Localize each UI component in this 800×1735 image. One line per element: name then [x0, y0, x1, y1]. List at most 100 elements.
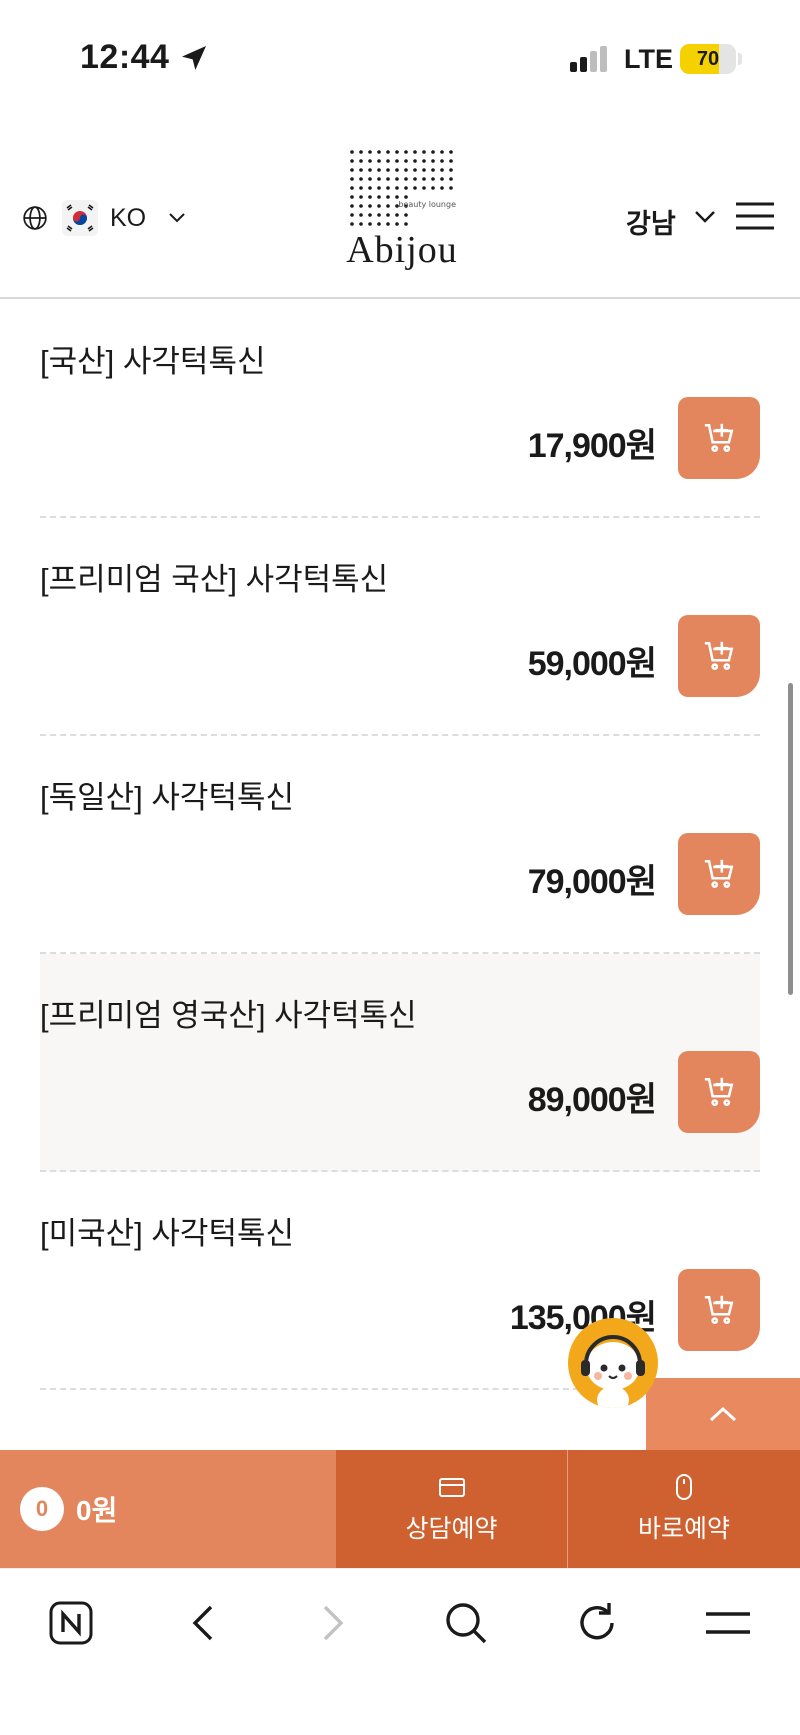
logo-dot: [395, 195, 399, 199]
cart-summary[interactable]: 0 0원: [0, 1450, 336, 1568]
chatbot-button[interactable]: [568, 1318, 658, 1408]
logo-dot: [368, 213, 372, 217]
consult-reservation-button[interactable]: 상담예약: [336, 1450, 568, 1568]
menu-icon: [706, 1612, 750, 1634]
logo-dot: [395, 150, 399, 154]
logo-dot: [350, 159, 354, 163]
logo-dot: [377, 159, 381, 163]
logo-dot: [368, 204, 372, 208]
logo-dot: [359, 213, 363, 217]
logo-dot: [359, 195, 363, 199]
forward-button[interactable]: [304, 1593, 364, 1653]
back-icon: [192, 1605, 213, 1641]
logo-dot: [386, 213, 390, 217]
network-type: LTE: [624, 44, 673, 74]
battery-level: 70: [696, 48, 720, 70]
logo-dot: [359, 186, 363, 190]
cart-count-badge: 0: [20, 1487, 64, 1531]
direct-reservation-label: 바로예약: [637, 1515, 730, 1543]
mouse-icon: [676, 1474, 692, 1500]
logo-dot: [422, 150, 426, 154]
logo-dot: [377, 204, 381, 208]
bottom-action-bar: 0 0원 상담예약 바로예약: [0, 1450, 800, 1568]
logo-dot: [404, 150, 408, 154]
cart-plus-icon: [704, 859, 734, 889]
logo-dot: [440, 150, 444, 154]
logo-dot: [395, 222, 399, 226]
forward-icon: [323, 1605, 344, 1641]
product-name: [프리미엄 국산] 사각턱톡신: [40, 562, 389, 597]
add-to-cart-button[interactable]: [678, 1269, 760, 1351]
product-price: 79,000원: [527, 863, 657, 901]
browser-toolbar: [0, 1568, 800, 1735]
back-button[interactable]: [172, 1593, 232, 1653]
branch-selector[interactable]: 강남: [626, 202, 676, 241]
naver-icon: [49, 1601, 93, 1645]
logo-dot: [431, 177, 435, 181]
logo-dot: [386, 204, 390, 208]
logo-dot: [377, 150, 381, 154]
browser-menu-button[interactable]: [698, 1593, 758, 1653]
logo-dot: [413, 177, 417, 181]
cart-plus-icon: [704, 423, 734, 453]
logo-dot: [422, 159, 426, 163]
scroll-to-top-button[interactable]: [646, 1378, 800, 1450]
add-to-cart-button[interactable]: [678, 615, 760, 697]
naver-home-button[interactable]: [41, 1593, 101, 1653]
logo-brand-name: Abijou: [346, 229, 458, 271]
page-scrollbar[interactable]: [788, 683, 793, 995]
logo-dot: [431, 186, 435, 190]
logo-dot: [368, 186, 372, 190]
logo-dot: [422, 168, 426, 172]
reload-button[interactable]: [567, 1593, 627, 1653]
product-price: 89,000원: [527, 1081, 657, 1119]
product-name: [프리미엄 영국산] 사각턱톡신: [40, 998, 417, 1033]
logo-dot: [404, 159, 408, 163]
logo-dot: [449, 186, 453, 190]
site-header: KO beauty lounge Abijou 강남: [0, 118, 800, 299]
brand-logo[interactable]: beauty lounge Abijou: [340, 148, 464, 272]
add-to-cart-button[interactable]: [678, 397, 760, 479]
language-selector[interactable]: KO: [22, 198, 186, 238]
add-to-cart-button[interactable]: [678, 1051, 760, 1133]
chevron-up-icon: [709, 1406, 737, 1422]
chevron-down-icon: [169, 213, 185, 223]
product-name: [미국산] 사각턱톡신: [40, 1216, 294, 1251]
add-to-cart-button[interactable]: [678, 833, 760, 915]
branch-chevron-icon[interactable]: [694, 210, 716, 224]
korea-flag-icon: [62, 200, 98, 236]
logo-dot: [350, 213, 354, 217]
logo-dot: [386, 177, 390, 181]
logo-dot: [359, 168, 363, 172]
product-name: [국산] 사각턱톡신: [40, 344, 266, 379]
language-code: KO: [110, 203, 147, 232]
logo-dot: [431, 150, 435, 154]
logo-dot: [350, 150, 354, 154]
logo-dot: [440, 177, 444, 181]
logo-dot: [449, 159, 453, 163]
logo-dot: [422, 177, 426, 181]
logo-dot: [440, 168, 444, 172]
logo-tagline: beauty lounge: [398, 200, 456, 209]
search-button[interactable]: [436, 1593, 496, 1653]
logo-dot: [404, 222, 408, 226]
hamburger-menu-icon[interactable]: [736, 202, 774, 230]
logo-dot: [413, 150, 417, 154]
cart-total: 0원: [76, 1495, 118, 1526]
logo-dot: [350, 168, 354, 172]
logo-dot: [395, 213, 399, 217]
cart-plus-icon: [704, 1077, 734, 1107]
logo-dot: [377, 168, 381, 172]
battery-indicator: 70: [680, 44, 736, 74]
logo-dot: [386, 168, 390, 172]
logo-dot: [440, 186, 444, 190]
logo-dot: [386, 186, 390, 190]
logo-dot: [368, 195, 372, 199]
logo-dot: [377, 195, 381, 199]
globe-icon: [23, 206, 47, 230]
logo-dot: [395, 159, 399, 163]
status-time: 12:44: [80, 38, 170, 76]
consult-reservation-label: 상담예약: [405, 1515, 498, 1543]
direct-reservation-button[interactable]: 바로예약: [568, 1450, 800, 1568]
battery-cap: [738, 53, 742, 65]
